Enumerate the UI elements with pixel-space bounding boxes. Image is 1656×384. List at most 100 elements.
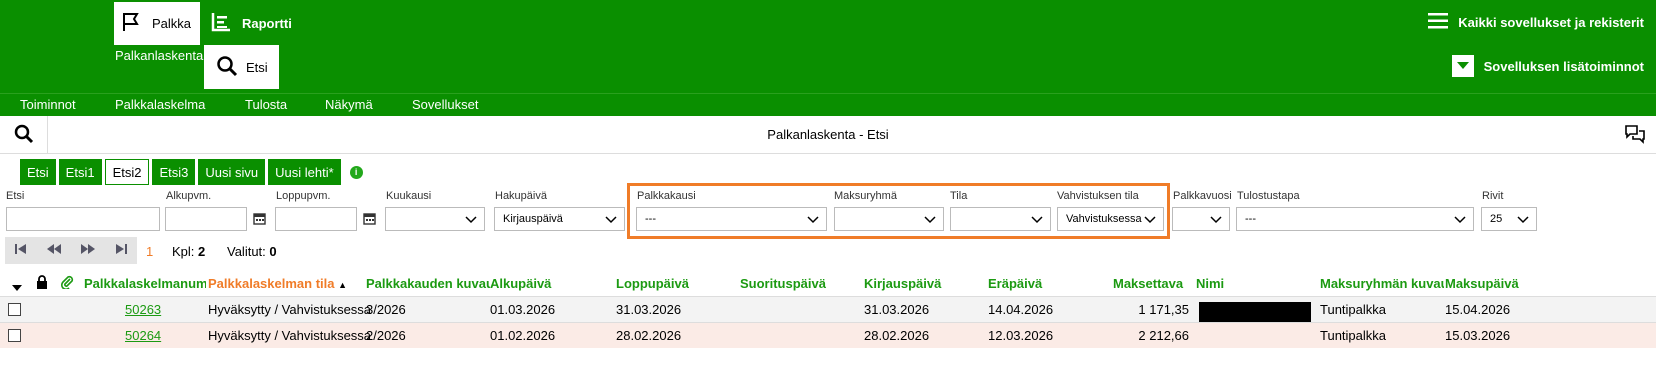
last-page-icon[interactable]	[114, 243, 128, 258]
table-row[interactable]: 50264 Hyväksytty / Vahvistuksessa 2/2026…	[0, 322, 1656, 348]
menu-tulosta[interactable]: Tulosta	[245, 97, 287, 112]
row-erapaiva: 14.04.2026	[988, 302, 1054, 317]
chat-icon[interactable]	[1624, 124, 1646, 147]
page-number[interactable]: 1	[146, 244, 153, 259]
col-maksuryhma[interactable]: Maksuryhmän kuvau	[1320, 276, 1444, 291]
col-kausi[interactable]: Palkkakauden kuvau	[366, 276, 490, 291]
rivit-select[interactable]: 25	[1481, 207, 1537, 231]
all-apps-label: Kaikki sovellukset ja rekisterit	[1458, 15, 1644, 30]
col-maksupaiva[interactable]: Maksupäivä	[1445, 276, 1519, 291]
row-maksuryhma: Tuntipalkka	[1320, 328, 1386, 343]
chevron-down-icon	[1517, 213, 1529, 228]
sheet-tabs: Etsi Etsi1 Etsi2 Etsi3 Uusi sivu Uusi le…	[20, 159, 363, 185]
count: Kpl: 2	[172, 244, 205, 259]
tab-etsi-label: Etsi	[246, 59, 268, 75]
report-icon	[210, 11, 232, 36]
label-palkkavuosi: Palkkavuosi	[1173, 190, 1232, 202]
menu-nakyma[interactable]: Näkymä	[325, 97, 373, 112]
row-checkbox[interactable]	[8, 329, 21, 342]
app-extra-button[interactable]: Sovelluksen lisätoiminnot	[1451, 55, 1644, 77]
all-apps-button[interactable]: Kaikki sovellukset ja rekisterit	[1428, 12, 1644, 33]
tab-raportti-label: Raportti	[242, 16, 292, 31]
tab-palkka[interactable]: Palkka	[114, 2, 200, 45]
search-icon	[216, 55, 238, 80]
row-maksupaiva: 15.04.2026	[1445, 302, 1511, 317]
col-suorituspaiva[interactable]: Suorituspäivä	[740, 276, 826, 291]
row-kirjauspaiva: 28.02.2026	[864, 328, 930, 343]
menu-palkkalaskelma[interactable]: Palkkalaskelma	[115, 97, 205, 112]
first-page-icon[interactable]	[14, 243, 28, 258]
sheet-tab-uusi-sivu[interactable]: Uusi sivu	[198, 159, 266, 185]
hakupaiva-select[interactable]: Kirjauspäivä	[494, 207, 625, 231]
tab-raportti[interactable]: Raportti	[210, 2, 292, 45]
tulostustapa-value: ---	[1245, 213, 1256, 225]
chevron-down-icon	[1454, 213, 1466, 228]
col-nimi[interactable]: Nimi	[1196, 276, 1224, 291]
highlight-box	[627, 183, 1170, 239]
col-maksettava[interactable]: Maksettava	[1113, 276, 1183, 291]
tulostustapa-select[interactable]: ---	[1236, 207, 1474, 231]
row-numero[interactable]: 50264	[125, 328, 161, 343]
row-maksettava: 2 212,66	[1138, 328, 1189, 343]
row-alkupaiva: 01.03.2026	[490, 302, 556, 317]
select-all-dropdown[interactable]	[12, 281, 22, 295]
table-row[interactable]: 50263 Hyväksytty / Vahvistuksessa 3/2026…	[0, 296, 1656, 336]
chevron-down-icon	[605, 213, 617, 228]
search-button[interactable]	[0, 116, 48, 154]
sub-palkanlaskenta[interactable]: Palkanlaskenta	[115, 48, 203, 63]
etsi-input[interactable]	[6, 207, 160, 231]
calendar-icon[interactable]	[253, 212, 266, 228]
col-numero[interactable]: Palkkalaskelmanume	[84, 276, 206, 291]
palkkavuosi-select[interactable]	[1172, 207, 1230, 231]
next-page-icon[interactable]	[80, 243, 96, 258]
row-kausi: 2/2026	[366, 328, 406, 343]
selected-count: Valitut: 0	[227, 244, 277, 259]
dropdown-icon	[1451, 55, 1474, 77]
row-tila: Hyväksytty / Vahvistuksessa	[208, 328, 372, 343]
top-header: Palkka Raportti Palkanlaskenta Etsi Kaik…	[0, 0, 1656, 93]
row-kirjauspaiva: 31.03.2026	[864, 302, 930, 317]
chevron-down-icon	[465, 213, 477, 228]
row-maksuryhma: Tuntipalkka	[1320, 302, 1386, 317]
hakupaiva-value: Kirjauspäivä	[503, 213, 563, 225]
label-hakupaiva: Hakupäivä	[495, 190, 547, 202]
kuukausi-select[interactable]	[385, 207, 485, 231]
row-erapaiva: 12.03.2026	[988, 328, 1054, 343]
calendar-icon[interactable]	[363, 212, 376, 228]
app-extra-label: Sovelluksen lisätoiminnot	[1483, 58, 1644, 74]
loppupvm-input[interactable]	[275, 207, 376, 231]
col-kirjauspaiva[interactable]: Kirjauspäivä	[864, 276, 941, 291]
alkupvm-input[interactable]	[165, 207, 266, 231]
label-alkupvm: Alkupvm.	[166, 190, 212, 202]
chevron-down-icon	[1210, 213, 1222, 228]
sheet-tab-etsi1[interactable]: Etsi1	[58, 159, 102, 185]
row-numero[interactable]: 50263	[125, 302, 161, 317]
label-kuukausi: Kuukausi	[386, 190, 432, 202]
label-etsi: Etsi	[6, 190, 25, 202]
attachment-icon	[60, 275, 74, 292]
col-erapaiva[interactable]: Eräpäivä	[988, 276, 1042, 291]
col-tila[interactable]: Palkkalaskelman tila ▲	[208, 276, 347, 291]
menu-toiminnot[interactable]: Toiminnot	[20, 97, 76, 112]
row-maksettava: 1 171,35	[1138, 302, 1189, 317]
prev-page-icon[interactable]	[46, 243, 62, 258]
flag-icon	[120, 11, 142, 36]
sheet-tab-etsi2[interactable]: Etsi2	[104, 159, 150, 185]
title-bar: Palkanlaskenta - Etsi	[0, 116, 1656, 154]
sheet-tab-etsi3[interactable]: Etsi3	[152, 159, 196, 185]
tab-etsi[interactable]: Etsi	[204, 45, 279, 89]
row-alkupaiva: 01.02.2026	[490, 328, 556, 343]
count-label: Kpl:	[172, 244, 195, 259]
col-alkupaiva[interactable]: Alkupäivä	[490, 276, 551, 291]
count-value: 2	[198, 244, 206, 259]
page-title: Palkanlaskenta - Etsi	[767, 127, 889, 142]
pager	[5, 237, 137, 264]
col-loppupaiva[interactable]: Loppupäivä	[616, 276, 689, 291]
info-icon[interactable]: i	[349, 165, 363, 179]
menu-sovellukset[interactable]: Sovellukset	[412, 97, 478, 112]
selected-value: 0	[269, 244, 277, 259]
row-checkbox[interactable]	[8, 303, 21, 316]
sheet-tab-etsi[interactable]: Etsi	[20, 159, 56, 185]
col-tila-label: Palkkalaskelman tila	[208, 276, 335, 291]
sheet-tab-uusi-lehti[interactable]: Uusi lehti*	[268, 159, 341, 185]
